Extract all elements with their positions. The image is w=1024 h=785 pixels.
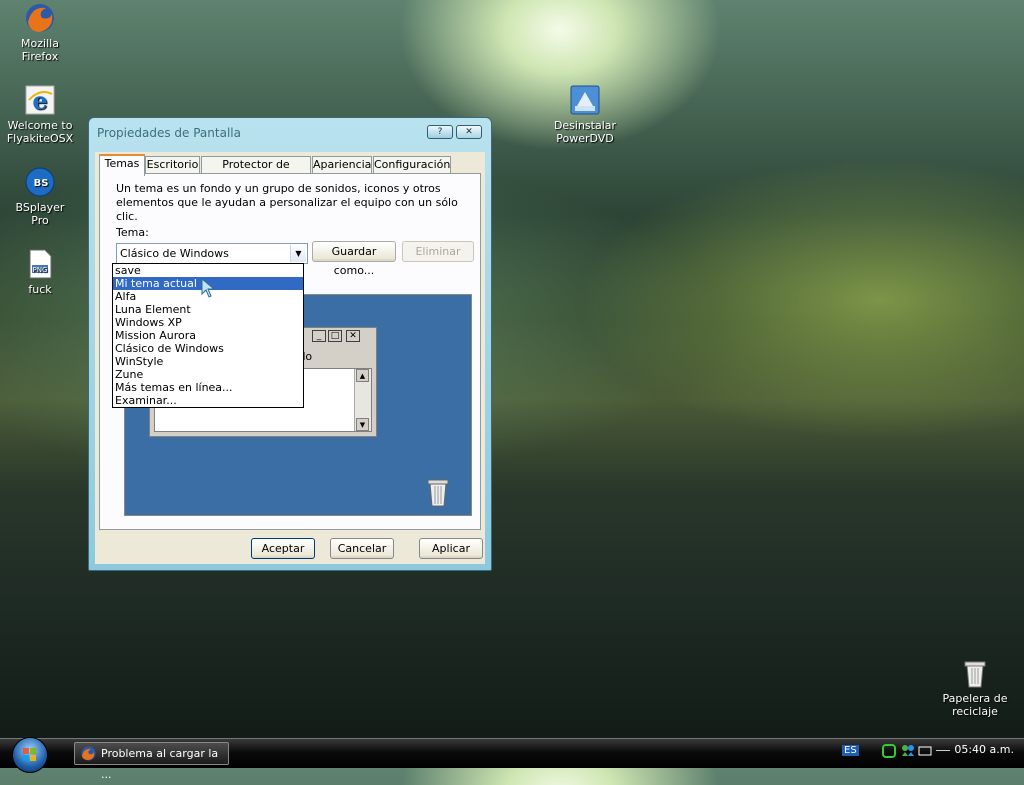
scroll-up-icon: ▲ (356, 369, 369, 382)
minimize-icon: _ (312, 330, 326, 342)
tab-apariencia[interactable]: Apariencia (312, 156, 372, 174)
theme-description: Un tema es un fondo y un grupo de sonido… (116, 182, 458, 223)
close-icon: ✕ (346, 330, 360, 342)
dropdown-item-mission-aurora[interactable]: Mission Aurora (113, 329, 303, 342)
desktop-icon-powerdvd[interactable]: Desinstalar PowerDVD (545, 84, 625, 145)
preview-scrollbar: ▲ ▼ (354, 369, 371, 431)
desktop-icon-label: Pro (31, 214, 49, 227)
dropdown-item-mas-temas[interactable]: Más temas en línea... (113, 381, 303, 394)
window-title: Propiedades de Pantalla (97, 126, 241, 140)
scroll-down-icon: ▼ (356, 418, 369, 431)
chevron-down-icon[interactable]: ▼ (290, 245, 306, 262)
dropdown-item-save[interactable]: save (113, 264, 303, 277)
taskbar: Problema al cargar la ... ES 05:40 a.m. (0, 737, 1024, 781)
desktop-icon-firefox[interactable]: Mozilla Firefox (0, 2, 80, 63)
desktop-icon-label: BSplayer (15, 201, 65, 214)
internet-explorer-icon: e (24, 84, 56, 116)
save-as-button[interactable]: Guardar como... (312, 241, 396, 277)
close-button[interactable]: ✕ (456, 125, 482, 139)
tab-configuracion[interactable]: Configuración (373, 156, 451, 174)
desktop-icon-label: fuck (28, 283, 52, 296)
theme-select-value: Clásico de Windows (120, 247, 229, 260)
desktop-icon-label: Desinstalar (553, 119, 617, 132)
maximize-icon: □ (328, 330, 342, 342)
desktop-icon-label: FlyakiteOSX (6, 132, 74, 145)
dropdown-item-winstyle[interactable]: WinStyle (113, 355, 303, 368)
svg-text:PNG: PNG (33, 266, 48, 274)
apply-button[interactable]: Aplicar (419, 538, 483, 559)
help-button[interactable]: ? (427, 125, 453, 139)
svg-text:BS: BS (34, 178, 49, 189)
clock[interactable]: 05:40 a.m. (954, 743, 1014, 756)
png-file-icon: PNG (24, 248, 56, 280)
firefox-icon (24, 2, 56, 34)
desktop-icon-label: Firefox (21, 50, 59, 63)
recycle-bin-icon (425, 477, 451, 507)
windows-logo-icon (23, 748, 36, 761)
title-bar[interactable]: Propiedades de Pantalla ? ✕ (89, 118, 491, 148)
mouse-cursor-icon (201, 277, 217, 301)
messenger-icon[interactable] (900, 743, 916, 762)
tab-temas[interactable]: Temas (99, 154, 145, 176)
theme-select[interactable]: Clásico de Windows ▼ (116, 243, 308, 264)
dropdown-item-clasico[interactable]: Clásico de Windows (113, 342, 303, 355)
desktop-icon-bsplayer[interactable]: BS BSplayer Pro (0, 166, 80, 227)
desktop-icon-welcome[interactable]: e Welcome to FlyakiteOSX (0, 84, 80, 145)
desktop-icon-png-file[interactable]: PNG fuck (0, 248, 80, 296)
dropdown-item-zune[interactable]: Zune (113, 368, 303, 381)
dropdown-item-examinar[interactable]: Examinar... (113, 394, 303, 407)
language-indicator[interactable]: ES (842, 745, 859, 756)
desktop-icon-label: Mozilla (21, 37, 59, 50)
desktop-icon-label: reciclaje (952, 705, 998, 718)
desktop-icon-label: Papelera de (942, 692, 1008, 705)
taskbar-button-firefox[interactable]: Problema al cargar la ... (74, 742, 229, 781)
svg-text:e: e (32, 86, 47, 115)
dropdown-item-luna-element[interactable]: Luna Element (113, 303, 303, 316)
tema-label: Tema: (116, 226, 149, 239)
desktop-icon-recycle-bin[interactable]: Papelera de reciclaje (935, 657, 1015, 718)
volume-icon[interactable] (918, 743, 934, 762)
desktop-icon-label: PowerDVD (556, 132, 614, 145)
tab-escritorio[interactable]: Escritorio (145, 156, 200, 174)
ok-button[interactable]: Aceptar (251, 538, 315, 559)
recycle-bin-icon (959, 657, 991, 689)
separator-icon (936, 750, 950, 751)
bsplayer-icon: BS (24, 166, 56, 198)
delete-button[interactable]: Eliminar (402, 241, 474, 262)
dropdown-item-windows-xp[interactable]: Windows XP (113, 316, 303, 329)
desktop-icon-label: Welcome to (7, 119, 73, 132)
firefox-icon (81, 746, 96, 768)
network-icon[interactable] (882, 743, 898, 762)
taskbar-button-label: Problema al cargar la ... (101, 747, 219, 781)
tab-protector[interactable]: Protector de pantalla (201, 156, 311, 187)
cancel-button[interactable]: Cancelar (330, 538, 394, 559)
installer-icon (569, 84, 601, 116)
